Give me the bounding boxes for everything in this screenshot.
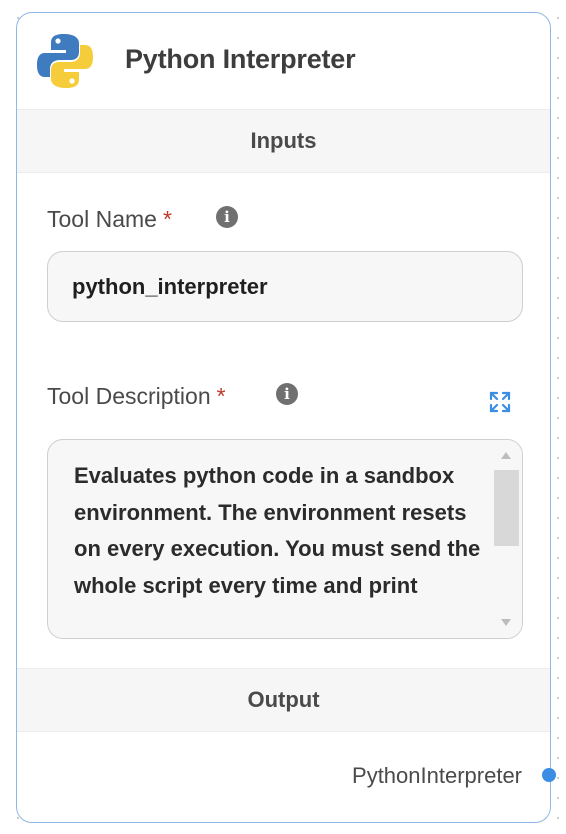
required-marker: * — [216, 383, 226, 409]
info-icon[interactable]: i — [216, 206, 238, 228]
python-interpreter-node[interactable]: Python Interpreter Inputs Tool Name * i p… — [16, 12, 551, 823]
scrollbar[interactable] — [492, 440, 522, 638]
tool-description-value: Evaluates python code in a sandbox envir… — [74, 463, 481, 598]
tool-description-label-text: Tool Description — [47, 383, 211, 409]
output-section-header: Output — [17, 668, 550, 732]
output-handle[interactable] — [542, 768, 556, 782]
tool-name-input[interactable]: python_interpreter — [47, 251, 523, 322]
tool-name-value: python_interpreter — [72, 273, 268, 299]
tool-description-textarea[interactable]: Evaluates python code in a sandbox envir… — [47, 439, 523, 639]
tool-name-label: Tool Name * — [47, 206, 172, 233]
node-header: Python Interpreter — [17, 13, 550, 109]
inputs-section-header: Inputs — [17, 109, 550, 173]
output-label: PythonInterpreter — [352, 763, 522, 788]
scrollbar-thumb[interactable] — [494, 470, 519, 546]
scroll-up-arrow-icon[interactable] — [501, 452, 511, 459]
info-icon[interactable]: i — [276, 383, 298, 405]
required-marker: * — [162, 206, 172, 232]
expand-icon[interactable] — [488, 390, 512, 414]
python-logo-icon — [37, 34, 93, 88]
scroll-down-arrow-icon[interactable] — [501, 619, 511, 626]
tool-description-label: Tool Description * — [47, 383, 226, 410]
tool-name-label-text: Tool Name — [47, 206, 157, 232]
node-title: Python Interpreter — [125, 44, 356, 74]
